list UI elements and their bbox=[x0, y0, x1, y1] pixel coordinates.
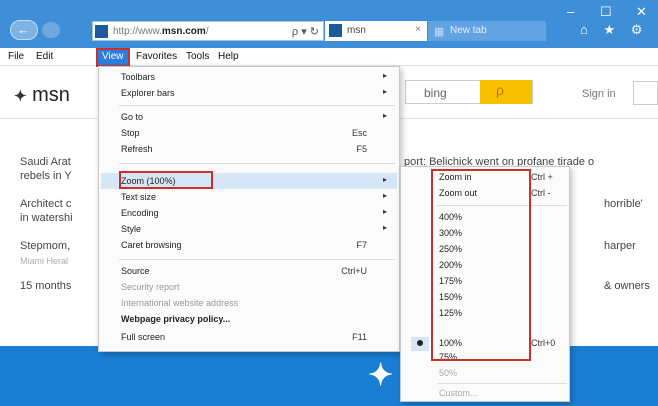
zoom-50-item[interactable]: 50% bbox=[439, 367, 567, 381]
msn-favicon-icon bbox=[329, 24, 342, 37]
address-bar[interactable]: http://www.msn.com/ ρ ▾ ↻ bbox=[92, 21, 324, 41]
headline-1-line2[interactable]: rebels in Y bbox=[20, 170, 72, 182]
avatar[interactable] bbox=[633, 81, 658, 105]
msn-logo[interactable]: ✦ msn bbox=[14, 84, 70, 107]
headline-right-2[interactable]: horrible' bbox=[604, 198, 643, 210]
forward-button[interactable] bbox=[42, 22, 60, 38]
menu-item-caret-browsing[interactable]: Caret browsing F7 bbox=[121, 239, 397, 253]
menu-file[interactable]: File bbox=[4, 50, 28, 65]
address-search-refresh-icons[interactable]: ρ ▾ ↻ bbox=[292, 25, 319, 38]
menu-item-source[interactable]: Source Ctrl+U bbox=[121, 265, 397, 279]
menu-item-encoding[interactable]: Encoding ▸ bbox=[121, 207, 397, 221]
selected-bullet-icon bbox=[411, 337, 429, 351]
view-menu-dropdown: Toolbars ▸ Explorer bars ▸ Go to ▸ Stop Esc … bbox=[98, 66, 400, 352]
menu-item-toolbars[interactable]: Toolbars ▸ bbox=[121, 71, 397, 85]
menu-separator bbox=[437, 383, 567, 384]
menu-bar: File Edit View Favorites Tools Help bbox=[0, 48, 658, 67]
headline-right-3[interactable]: harper bbox=[604, 240, 636, 252]
msn-logo-text: msn bbox=[32, 84, 70, 106]
site-favicon-icon bbox=[95, 25, 108, 38]
tab-close-icon[interactable]: × bbox=[415, 24, 421, 35]
headline-3-source: Miami Heral bbox=[20, 256, 69, 266]
home-favorites-settings-icons[interactable]: ⌂ ★ ⚙ bbox=[580, 22, 648, 38]
menu-item-international-address: International website address bbox=[121, 298, 239, 308]
maximize-icon[interactable]: ☐ bbox=[600, 4, 612, 20]
menu-tools[interactable]: Tools bbox=[182, 50, 213, 65]
search-button[interactable]: ρ bbox=[480, 80, 532, 104]
headline-right-4[interactable]: & owners bbox=[604, 280, 650, 292]
menu-item-privacy-policy[interactable]: Webpage privacy policy... bbox=[121, 313, 397, 327]
search-icon: ρ bbox=[496, 82, 504, 98]
menu-edit[interactable]: Edit bbox=[32, 50, 57, 65]
menu-item-stop[interactable]: Stop Esc bbox=[121, 127, 397, 141]
menu-favorites[interactable]: Favorites bbox=[132, 50, 181, 65]
msn-footer-butterfly-icon: ✦ bbox=[368, 359, 394, 392]
tab-new[interactable]: ▦ New tab bbox=[428, 21, 546, 41]
address-url: http://www.msn.com/ bbox=[113, 26, 209, 37]
zoom-options-annotation-box bbox=[431, 169, 531, 361]
headline-1[interactable]: Saudi Arat bbox=[20, 156, 71, 168]
close-icon[interactable]: ✕ bbox=[636, 4, 647, 20]
search-placeholder: bing bbox=[424, 86, 447, 100]
tab-msn[interactable]: msn × bbox=[325, 21, 427, 41]
zoom-item-annotation-box bbox=[119, 171, 213, 189]
menu-item-refresh[interactable]: Refresh F5 bbox=[121, 143, 397, 157]
menu-separator bbox=[119, 105, 395, 106]
new-tab-icon: ▦ bbox=[434, 26, 445, 38]
menu-item-go-to[interactable]: Go to ▸ bbox=[121, 111, 397, 125]
sign-in-link[interactable]: Sign in bbox=[582, 88, 616, 100]
butterfly-icon: ✦ bbox=[14, 88, 27, 105]
menu-separator bbox=[119, 259, 395, 260]
zoom-submenu: Zoom in Ctrl + Zoom out Ctrl - 400% 300% 2… bbox=[400, 166, 570, 402]
browser-title-bar: – ☐ ✕ ← http://www.msn.com/ ρ ▾ ↻ msn × … bbox=[0, 0, 658, 48]
menu-item-security-report: Security report bbox=[121, 282, 180, 292]
tab-msn-label: msn bbox=[347, 25, 366, 36]
headline-3[interactable]: Stepmom, bbox=[20, 240, 70, 252]
headline-4[interactable]: 15 months bbox=[20, 280, 71, 292]
menu-item-explorer-bars[interactable]: Explorer bars ▸ bbox=[121, 87, 397, 101]
menu-item-style[interactable]: Style ▸ bbox=[121, 223, 397, 237]
menu-item-text-size[interactable]: Text size ▸ bbox=[121, 191, 397, 205]
menu-item-full-screen[interactable]: Full screen F11 bbox=[121, 331, 397, 345]
tab-new-label: New tab bbox=[450, 25, 487, 36]
zoom-custom-item[interactable]: Custom... bbox=[439, 387, 567, 401]
minimize-icon[interactable]: – bbox=[567, 4, 574, 19]
menu-view[interactable]: View bbox=[96, 48, 130, 67]
menu-separator bbox=[119, 163, 395, 164]
back-arrow-icon: ← bbox=[17, 22, 30, 37]
headline-2-line2[interactable]: in watershi bbox=[20, 212, 73, 224]
back-button[interactable]: ← bbox=[10, 20, 38, 40]
headline-2[interactable]: Architect c bbox=[20, 198, 71, 210]
menu-help[interactable]: Help bbox=[214, 50, 243, 65]
